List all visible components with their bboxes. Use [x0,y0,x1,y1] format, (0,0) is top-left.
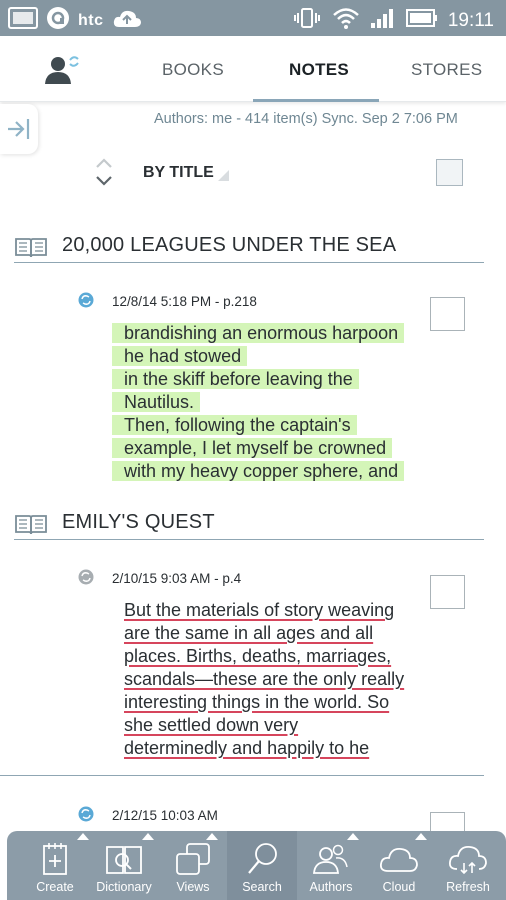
note-line: are the same in all ages and all [124,623,374,643]
views-icon [173,841,213,877]
not-synced-icon [78,569,94,585]
cloud-button[interactable]: Cloud [365,831,433,900]
book-header[interactable]: EMILY'S QUEST [14,510,484,540]
note-line: example, I let myself be crowned [112,438,393,458]
tab-bar: BOOKS NOTES STORES [0,36,506,102]
note-line: scandals—these are the only really [124,669,405,689]
collapse-arrow-icon [6,117,32,146]
note-line: determinedly and happily to he [124,738,370,758]
book-title: EMILY'S QUEST [62,511,215,533]
note-line: she settled down very [124,715,299,735]
refresh-button[interactable]: Refresh [433,831,503,900]
views-button[interactable]: Views [159,831,227,900]
cloud-upload-icon [112,7,142,34]
wifi-icon [332,6,360,35]
bottom-toolbar: Create Dictionary Views Search Authors C… [7,831,506,900]
note-underline-text[interactable]: But the materials of story weaving are t… [124,599,444,760]
note-meta: 2/12/15 10:03 AM [112,808,218,823]
create-note-icon [35,841,75,877]
caret-icon [347,833,359,840]
sync-status-text: Authors: me - 414 item(s) Sync. Sep 2 7:… [154,111,458,127]
carrier-brand: htc [78,11,104,29]
dropdown-corner-icon [218,170,229,181]
battery-icon [405,8,438,33]
tab-stores[interactable]: STORES [411,60,482,80]
tab-books[interactable]: BOOKS [162,60,224,80]
authors-button[interactable]: Authors [297,831,365,900]
vibrate-icon [292,7,322,34]
authors-label: Authors [309,880,353,894]
synced-icon [78,292,94,308]
sort-order-icon[interactable] [94,156,114,188]
dictionary-button[interactable]: Dictionary [89,831,159,900]
note-line: he had stowed [112,346,248,366]
status-bar: htc 19:11 [0,0,506,36]
create-button[interactable]: Create [21,831,89,900]
caret-icon [142,833,154,840]
search-button[interactable]: Search [227,831,297,900]
note-line: But the materials of story weaving [124,600,395,620]
note-line: Nautilus. [112,392,201,412]
note-highlight-text[interactable]: brandishing an enormous harpoon he had s… [112,322,432,483]
book-title: 20,000 LEAGUES UNDER THE SEA [62,234,397,256]
search-icon [242,841,282,877]
search-label: Search [242,880,282,894]
note-line: brandishing an enormous harpoon [112,323,405,343]
authors-icon [311,841,351,877]
user-sync-icon[interactable] [44,54,84,86]
signal-icon [370,7,396,34]
cloud-label: Cloud [382,880,416,894]
open-book-icon [14,237,48,259]
note-line: places. Births, deaths, marriages, [124,646,392,666]
note-line: in the skiff before leaving the [112,369,359,389]
note-line: with my heavy copper sphere, and [112,461,405,481]
note-meta: 12/8/14 5:18 PM - p.218 [112,294,257,309]
synced-icon [78,806,94,822]
sort-by-button[interactable]: BY TITLE [143,164,214,182]
refresh-label: Refresh [446,880,490,894]
htc-logo-icon [46,6,70,35]
note-line: Then, following the captain's [112,415,357,435]
clock-time: 19:11 [447,9,494,31]
refresh-cloud-icon [448,841,488,877]
section-divider [0,775,484,776]
book-header[interactable]: 20,000 LEAGUES UNDER THE SEA [14,233,484,263]
caret-icon [206,833,218,840]
tab-notes[interactable]: NOTES [289,60,349,80]
sidebar-expand-button[interactable] [0,104,38,154]
note-checkbox[interactable] [430,297,465,331]
note-line: interesting things in the world. So [124,692,390,712]
dictionary-label: Dictionary [96,880,152,894]
caret-icon [415,833,427,840]
caret-icon [77,833,89,840]
cloud-icon [379,841,419,877]
message-icon [8,7,38,34]
views-label: Views [176,880,210,894]
dictionary-icon [104,841,144,877]
select-all-checkbox[interactable] [436,159,463,186]
note-meta: 2/10/15 9:03 AM - p.4 [112,571,242,586]
open-book-icon [14,514,48,536]
create-label: Create [36,880,74,894]
active-tab-indicator [253,99,379,102]
